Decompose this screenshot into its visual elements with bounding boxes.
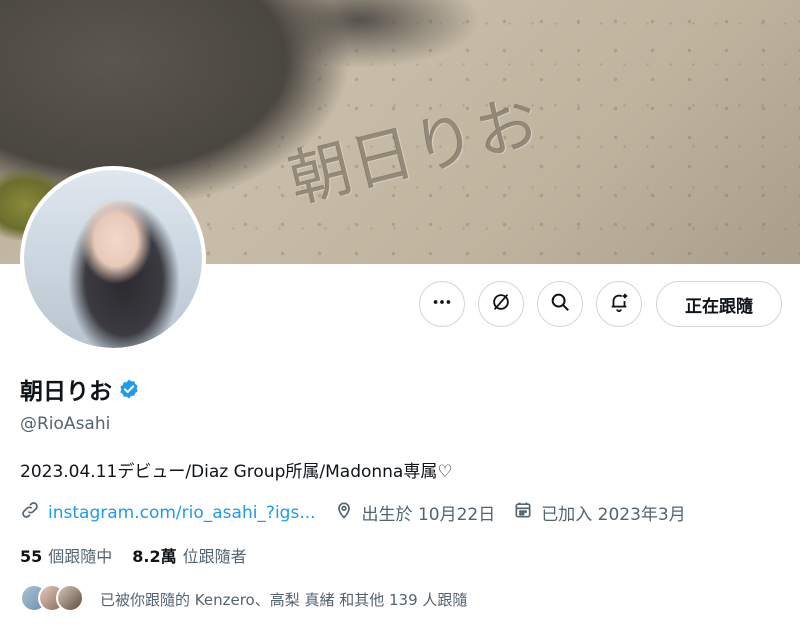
link-icon: [20, 500, 48, 525]
followers-label: 位跟隨者: [182, 547, 247, 566]
birthday-item: 出生於 10月22日: [334, 500, 496, 525]
user-handle: @RioAsahi: [20, 414, 111, 434]
mutual-avatar: [56, 584, 84, 612]
grok-button[interactable]: [478, 281, 524, 327]
location-pin-icon: [334, 500, 362, 525]
mutual-followers[interactable]: 已被你跟隨的 Kenzero、高梨 真緒 和其他 139 人跟隨: [20, 584, 467, 614]
followers-stat[interactable]: 8.2萬 位跟隨者: [132, 543, 246, 567]
follow-stats: 55 個跟隨中 8.2萬 位跟隨者: [20, 543, 267, 567]
followers-count: 8.2萬: [132, 547, 177, 566]
display-name: 朝日りお: [20, 379, 112, 405]
notification-bell-icon: [608, 291, 630, 317]
following-label: 個跟隨中: [48, 547, 113, 566]
more-button[interactable]: [419, 281, 465, 327]
profile-link-item: instagram.com/rio_asahi_?igs...: [20, 500, 316, 525]
following-button[interactable]: 正在跟隨: [656, 281, 782, 327]
profile-bio: 2023.04.11デビュー/Diaz Group所属/Madonna専属♡: [20, 462, 453, 482]
search-icon: [549, 291, 571, 317]
following-count: 55: [20, 547, 43, 566]
profile-avatar[interactable]: [20, 166, 206, 352]
verified-badge-icon[interactable]: [118, 378, 140, 400]
search-button[interactable]: [537, 281, 583, 327]
mutual-followers-text: 已被你跟隨的 Kenzero、高梨 真緒 和其他 139 人跟隨: [100, 590, 468, 609]
mutual-avatars: [20, 584, 86, 614]
avatar-photo: [24, 170, 202, 348]
profile-link[interactable]: instagram.com/rio_asahi_?igs...: [48, 503, 316, 523]
joined-item: 已加入 2023年3月: [513, 500, 686, 525]
following-stat[interactable]: 55 個跟隨中: [20, 543, 112, 567]
joined-text: 已加入 2023年3月: [541, 505, 686, 525]
more-icon: [431, 291, 453, 317]
calendar-icon: [513, 500, 541, 525]
birthday-text: 出生於 10月22日: [361, 505, 496, 525]
notify-button[interactable]: [596, 281, 642, 327]
grok-icon: [490, 291, 512, 317]
display-name-row: 朝日りお: [20, 372, 140, 406]
profile-meta: instagram.com/rio_asahi_?igs... 出生於 10月2…: [20, 500, 704, 525]
